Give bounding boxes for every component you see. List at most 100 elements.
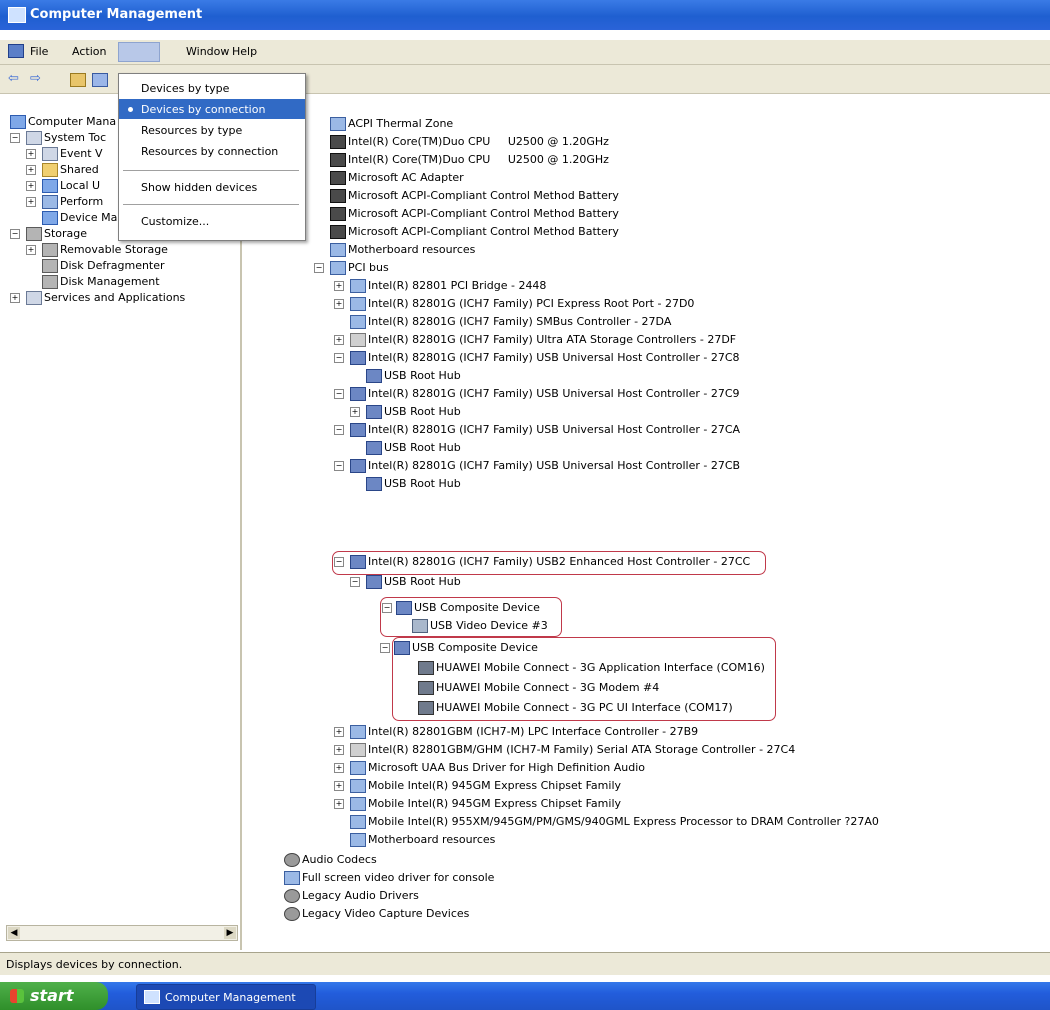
app-menu-icon[interactable] <box>8 44 24 58</box>
device-icon <box>350 779 366 793</box>
collapse-icon[interactable]: − <box>334 389 344 399</box>
expand-icon[interactable]: + <box>334 727 344 737</box>
services-icon <box>26 291 42 305</box>
forward-arrow-icon[interactable]: ⇨ <box>30 71 41 86</box>
battery-icon <box>330 225 346 239</box>
device-icon <box>350 297 366 311</box>
radio-bullet-icon <box>128 107 133 112</box>
collapse-icon[interactable]: − <box>334 461 344 471</box>
collapse-icon[interactable]: − <box>10 133 20 143</box>
device-icon <box>350 797 366 811</box>
defrag-icon <box>42 259 58 273</box>
collapse-icon[interactable]: − <box>314 263 324 273</box>
usb-icon <box>394 641 410 655</box>
back-arrow-icon[interactable]: ⇦ <box>8 71 19 86</box>
battery-icon <box>330 171 346 185</box>
menu-item-customize[interactable]: Customize... <box>119 211 305 231</box>
expand-icon[interactable]: + <box>26 181 36 191</box>
window-title-bar[interactable]: Computer Management <box>0 0 1050 30</box>
collapse-icon[interactable]: − <box>380 643 390 653</box>
collapse-icon[interactable]: − <box>334 353 344 363</box>
menu-view[interactable] <box>118 42 160 62</box>
device-manager-icon <box>42 211 58 225</box>
usb-icon <box>366 477 382 491</box>
taskbar: start Computer Management <box>0 982 1050 1010</box>
usb-icon <box>350 351 366 365</box>
view-menu-dropdown: Devices by type Devices by connection Re… <box>118 73 306 241</box>
expand-icon[interactable]: + <box>10 293 20 303</box>
usb-icon <box>366 441 382 455</box>
battery-icon <box>330 207 346 221</box>
device-icon <box>330 243 346 257</box>
computer-icon <box>10 115 26 129</box>
modem-icon <box>418 681 434 695</box>
usb-icon <box>350 555 366 569</box>
expand-icon[interactable]: + <box>350 407 360 417</box>
disk-management-icon <box>42 275 58 289</box>
local-users-icon <box>42 179 58 193</box>
expand-icon[interactable]: + <box>334 763 344 773</box>
menu-item-resources-by-connection[interactable]: Resources by connection <box>119 141 305 161</box>
computer-management-icon <box>8 7 26 23</box>
window-title: Computer Management <box>30 7 203 22</box>
menu-item-show-hidden-devices[interactable]: Show hidden devices <box>119 177 305 197</box>
storage-icon <box>26 227 42 241</box>
device-icon <box>284 871 300 885</box>
expand-icon[interactable]: + <box>334 281 344 291</box>
expand-icon[interactable]: + <box>334 799 344 809</box>
device-icon <box>350 279 366 293</box>
expand-icon[interactable]: + <box>334 335 344 345</box>
usb-icon <box>366 405 382 419</box>
start-button[interactable]: start <box>0 982 108 1010</box>
collapse-icon[interactable]: − <box>10 229 20 239</box>
expand-icon[interactable]: + <box>26 165 36 175</box>
audio-icon <box>284 907 300 921</box>
event-viewer-icon <box>42 147 58 161</box>
menu-help[interactable]: Help <box>232 45 257 58</box>
device-icon <box>330 261 346 275</box>
expand-icon[interactable]: + <box>26 197 36 207</box>
usb-icon <box>350 423 366 437</box>
expand-icon[interactable]: + <box>26 245 36 255</box>
shared-folder-icon <box>42 163 58 177</box>
collapse-icon[interactable]: − <box>382 603 392 613</box>
device-icon <box>330 117 346 131</box>
menu-action[interactable]: Action <box>72 45 106 58</box>
device-icon <box>350 315 366 329</box>
removable-storage-icon <box>42 243 58 257</box>
show-hide-tree-icon[interactable] <box>92 73 108 87</box>
menu-window[interactable]: Window <box>186 45 229 58</box>
status-text: Displays devices by connection. <box>6 958 183 971</box>
horizontal-scrollbar[interactable]: ◀ ▶ <box>6 925 238 941</box>
expand-icon[interactable]: + <box>334 745 344 755</box>
taskbar-item-computer-management[interactable]: Computer Management <box>136 984 316 1010</box>
storage-controller-icon <box>350 333 366 347</box>
menu-item-devices-by-connection[interactable]: Devices by connection <box>119 99 305 119</box>
collapse-icon[interactable]: − <box>334 425 344 435</box>
system-tools-icon <box>26 131 42 145</box>
menu-separator <box>123 204 299 205</box>
status-bar: Displays devices by connection. <box>0 952 1050 975</box>
audio-icon <box>284 853 300 867</box>
expand-icon[interactable]: + <box>26 149 36 159</box>
menu-item-resources-by-type[interactable]: Resources by type <box>119 120 305 140</box>
collapse-icon[interactable]: − <box>334 557 344 567</box>
menu-file[interactable]: File <box>30 45 48 58</box>
usb-icon <box>396 601 412 615</box>
collapse-icon[interactable]: − <box>350 577 360 587</box>
port-icon <box>418 701 434 715</box>
audio-icon <box>284 889 300 903</box>
expand-icon[interactable]: + <box>334 299 344 309</box>
scroll-left-icon[interactable]: ◀ <box>8 927 20 939</box>
camera-icon <box>412 619 428 633</box>
menu-item-devices-by-type[interactable]: Devices by type <box>119 78 305 98</box>
usb-icon <box>350 387 366 401</box>
usb-icon <box>366 575 382 589</box>
usb-icon <box>350 459 366 473</box>
up-folder-icon[interactable] <box>70 73 86 87</box>
scroll-right-icon[interactable]: ▶ <box>224 927 236 939</box>
processor-icon <box>330 153 346 167</box>
usb-icon <box>366 369 382 383</box>
storage-controller-icon <box>350 743 366 757</box>
expand-icon[interactable]: + <box>334 781 344 791</box>
